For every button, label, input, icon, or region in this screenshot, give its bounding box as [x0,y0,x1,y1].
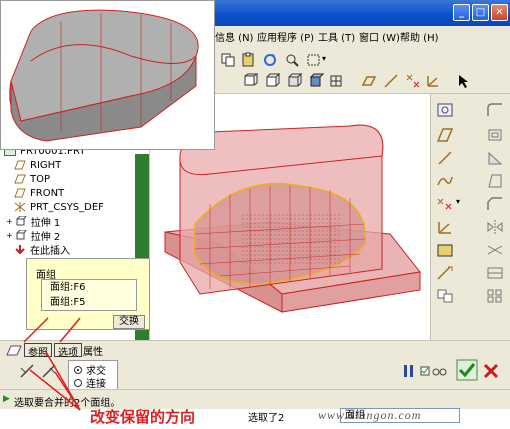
annotation-label: 改变保留的方向 [90,408,196,426]
annotation-arrows [23,317,81,411]
